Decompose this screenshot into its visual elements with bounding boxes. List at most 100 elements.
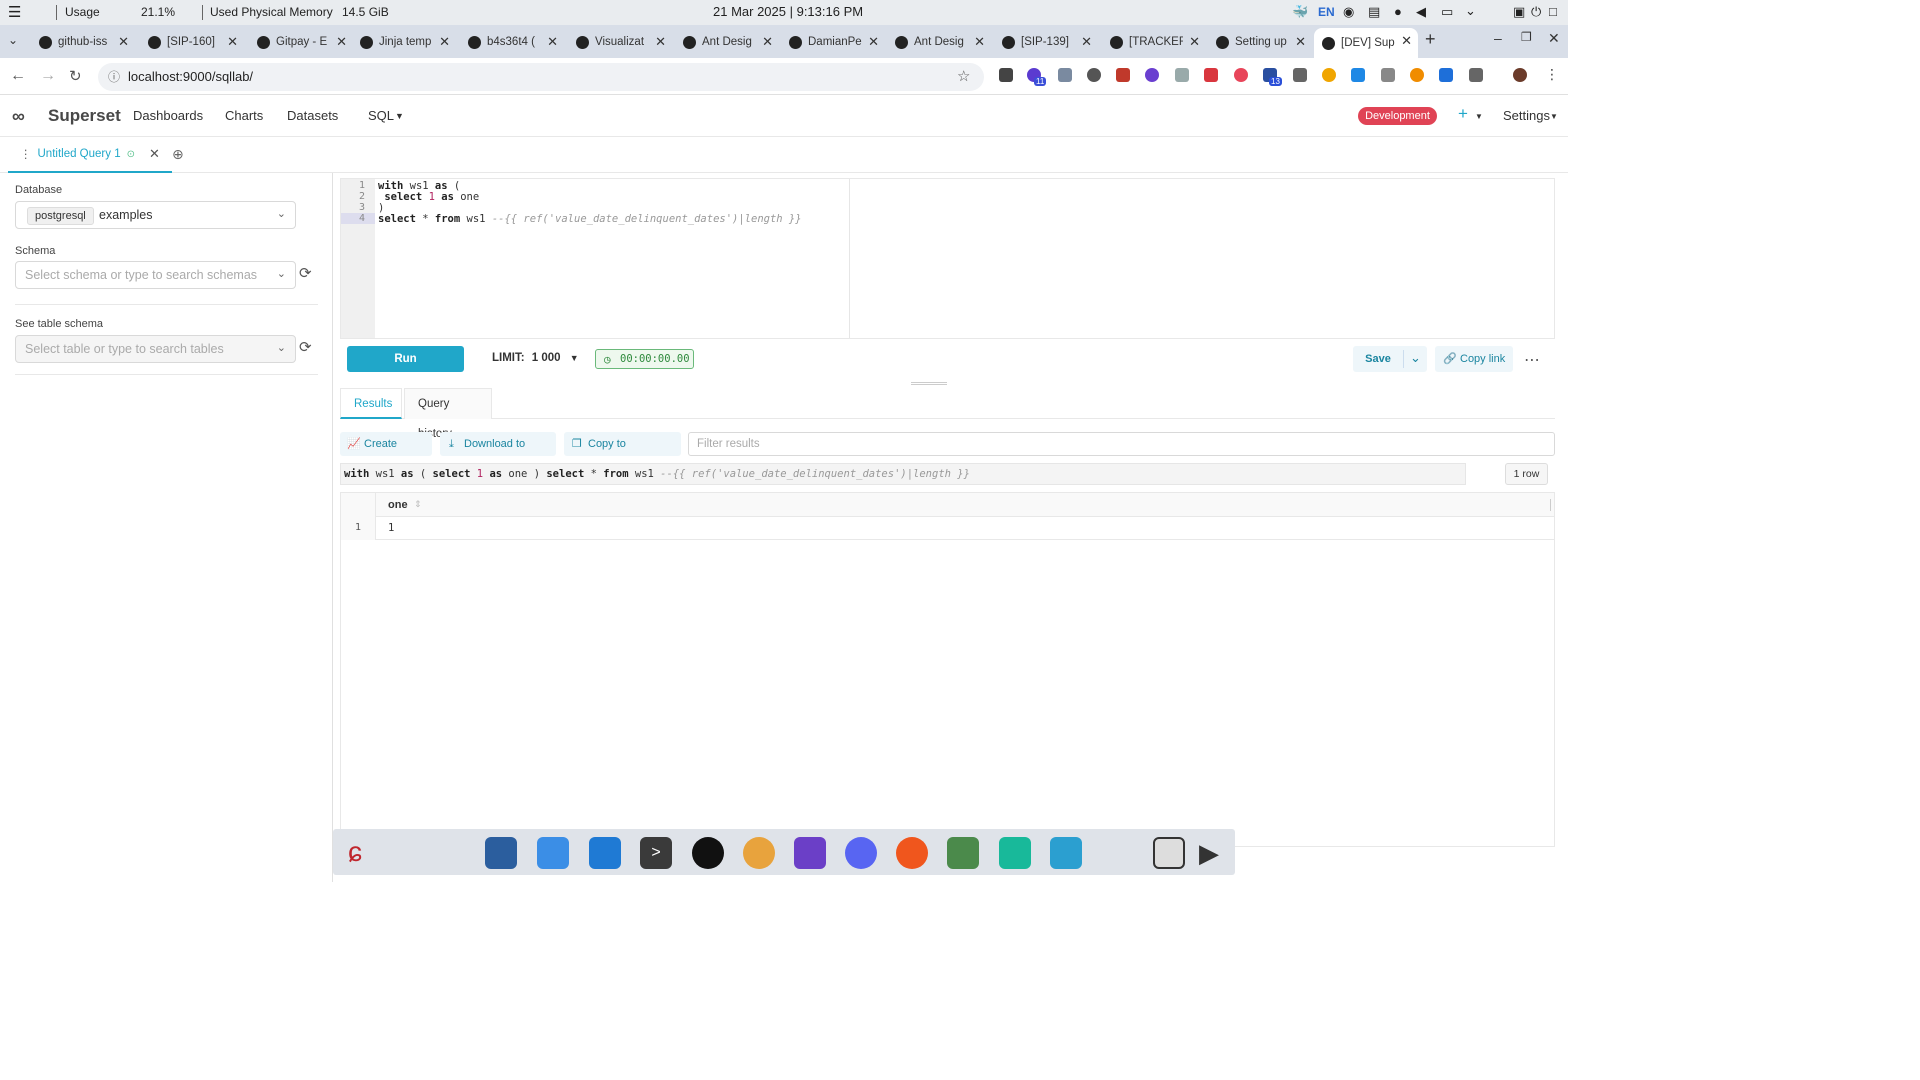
create-chart-button[interactable]: 📈 Create Chart <box>340 432 432 474</box>
browser-tab[interactable]: DamianPe ✕ <box>781 29 885 55</box>
column-resizer[interactable] <box>1550 499 1551 511</box>
sort-icon[interactable]: ⇕ <box>414 499 422 510</box>
browser-tab[interactable]: Setting up ✕ <box>1208 29 1312 55</box>
add-new-icon[interactable]: + <box>1458 104 1468 124</box>
close-tab-icon[interactable]: ✕ <box>655 34 666 50</box>
clock[interactable]: 21 Mar 2025 | 9:13:16 PM <box>713 4 863 19</box>
browser-tab[interactable]: [SIP-139] ✕ <box>994 29 1098 55</box>
resize-handle[interactable] <box>911 382 947 385</box>
display-icon[interactable]: ▭ <box>1441 4 1453 20</box>
browser-menu-icon[interactable]: ⋮ <box>1545 66 1559 83</box>
close-tab-icon[interactable]: ✕ <box>118 34 129 50</box>
browser-tab[interactable]: [TRACKER ✕ <box>1102 29 1206 55</box>
close-window-icon[interactable]: ✕ <box>1548 30 1560 47</box>
vscode-icon[interactable] <box>589 837 621 869</box>
profile-avatar[interactable] <box>1513 68 1527 82</box>
refresh-schema-icon[interactable]: ⟳ <box>299 264 312 282</box>
software-store-icon[interactable] <box>537 837 569 869</box>
close-tab-icon[interactable]: ✕ <box>974 34 985 50</box>
close-tab-icon[interactable]: ✕ <box>1401 33 1412 49</box>
extension-shield-icon[interactable] <box>1058 68 1072 82</box>
copy-clipboard-button[interactable]: ❐ Copy to Clipboard <box>564 432 681 474</box>
new-tab-icon[interactable]: + <box>1425 29 1436 50</box>
close-tab-icon[interactable]: ✕ <box>762 34 773 50</box>
superset-logo-icon[interactable]: ∞ <box>12 106 25 127</box>
browser-tab[interactable]: [SIP-160] ✕ <box>140 29 244 55</box>
extension-record-icon[interactable] <box>1234 68 1248 82</box>
close-tab-icon[interactable]: ✕ <box>1189 34 1200 50</box>
lock-icon[interactable]: ▣ <box>1513 4 1525 20</box>
copy-link-button[interactable]: 🔗 Copy link <box>1435 346 1513 372</box>
nav-charts[interactable]: Charts <box>225 108 263 123</box>
schema-select[interactable]: Select schema or type to search schemas … <box>15 261 296 289</box>
minimize-icon[interactable]: – <box>1494 30 1502 46</box>
tab-search-icon[interactable]: ⌄ <box>8 33 18 47</box>
close-tab-icon[interactable]: ✕ <box>1295 34 1306 50</box>
app-menu-icon[interactable]: ☰ <box>8 3 21 21</box>
restore-icon[interactable]: ❐ <box>1521 30 1532 44</box>
site-info-icon[interactable]: ⓘ <box>108 63 120 91</box>
system-monitor-icon[interactable] <box>947 837 979 869</box>
browser-tab[interactable]: github-iss ✕ <box>31 29 135 55</box>
keyboard-layout[interactable]: EN <box>1318 5 1335 19</box>
tab-results[interactable]: Results <box>340 388 402 419</box>
files-icon[interactable] <box>485 837 517 869</box>
tab-query-history[interactable]: Query history <box>404 388 492 440</box>
filter-results-input[interactable]: Filter results <box>688 432 1555 456</box>
extension-icon[interactable] <box>1439 68 1453 82</box>
extension-clock-icon[interactable] <box>1410 68 1424 82</box>
brand-name[interactable]: Superset <box>48 106 121 126</box>
browser-tab[interactable]: b4s36t4 (✕ <box>460 29 564 55</box>
run-button[interactable]: Run <box>347 346 464 372</box>
query-tab[interactable]: ⋮ Untitled Query 1 ⊙ ✕ <box>8 137 172 173</box>
chevron-down-icon[interactable]: ⌄ <box>1465 3 1476 19</box>
browser-tab[interactable]: Jinja temp ✕ <box>352 29 456 55</box>
docker-icon[interactable]: 🐳 <box>1292 4 1308 20</box>
url-input[interactable]: ⓘ localhost:9000/sqllab/ <box>98 63 984 91</box>
firefox-icon[interactable] <box>896 837 928 869</box>
sql-editor[interactable]: 1 2 3 4 with ws1 as ( select 1 as one ) … <box>340 178 1555 339</box>
extension-icon[interactable] <box>1293 68 1307 82</box>
extension-react-icon[interactable] <box>1175 68 1189 82</box>
discord-icon[interactable] <box>845 837 877 869</box>
extension-icon[interactable] <box>1351 68 1365 82</box>
forward-icon[interactable]: → <box>40 67 56 85</box>
close-tab-icon[interactable]: ✕ <box>439 34 450 50</box>
browser-tab[interactable]: Ant Desig ✕ <box>675 29 779 55</box>
browser-tab[interactable]: Visualizat ✕ <box>568 29 672 55</box>
extension-cloud-icon[interactable] <box>1087 68 1101 82</box>
extension-qr-icon[interactable] <box>999 68 1013 82</box>
show-desktop-icon[interactable] <box>1153 837 1185 869</box>
more-options-icon[interactable]: ⋯ <box>1524 350 1541 370</box>
nav-datasets[interactable]: Datasets <box>287 108 338 123</box>
drag-handle-icon[interactable]: ⋮ <box>20 147 32 161</box>
debian-icon[interactable]: ɕ <box>339 837 371 869</box>
reload-icon[interactable]: ↻ <box>69 67 82 85</box>
extension-icon[interactable] <box>1116 68 1130 82</box>
close-tab-icon[interactable]: ✕ <box>868 34 879 50</box>
save-button[interactable]: Save <box>1353 346 1403 372</box>
waves-app-icon[interactable] <box>1050 837 1082 869</box>
extension-icon[interactable] <box>1322 68 1336 82</box>
close-tab-icon[interactable]: ✕ <box>227 34 238 50</box>
sync-app-icon[interactable] <box>999 837 1031 869</box>
close-tab-icon[interactable]: ✕ <box>336 34 347 50</box>
extension-icon[interactable] <box>1204 68 1218 82</box>
power-icon[interactable]: ⏻ <box>1531 4 1541 20</box>
extension-icon[interactable] <box>1381 68 1395 82</box>
close-tab-icon[interactable]: ✕ <box>1081 34 1092 50</box>
obsidian-icon[interactable] <box>794 837 826 869</box>
download-csv-button[interactable]: ⤓ Download to CSV <box>440 432 556 474</box>
database-select[interactable]: postgresql examples ⌄ <box>15 201 296 229</box>
square-icon[interactable]: □ <box>1549 4 1557 19</box>
add-query-tab-icon[interactable]: ⊕ <box>172 146 184 163</box>
volume-icon[interactable]: ◀ <box>1416 4 1426 20</box>
column-header[interactable]: one <box>388 499 408 511</box>
back-icon[interactable]: ← <box>10 67 26 85</box>
close-tab-icon[interactable]: ✕ <box>149 146 160 162</box>
extension-icon[interactable] <box>1145 68 1159 82</box>
browser-tab[interactable]: [DEV] Sup ✕ <box>1314 28 1418 58</box>
extensions-puzzle-icon[interactable] <box>1469 68 1483 82</box>
table-select[interactable]: Select table or type to search tables ⌄ <box>15 335 296 363</box>
limit-dropdown[interactable]: LIMIT: 1 000 ▼ <box>492 352 579 364</box>
